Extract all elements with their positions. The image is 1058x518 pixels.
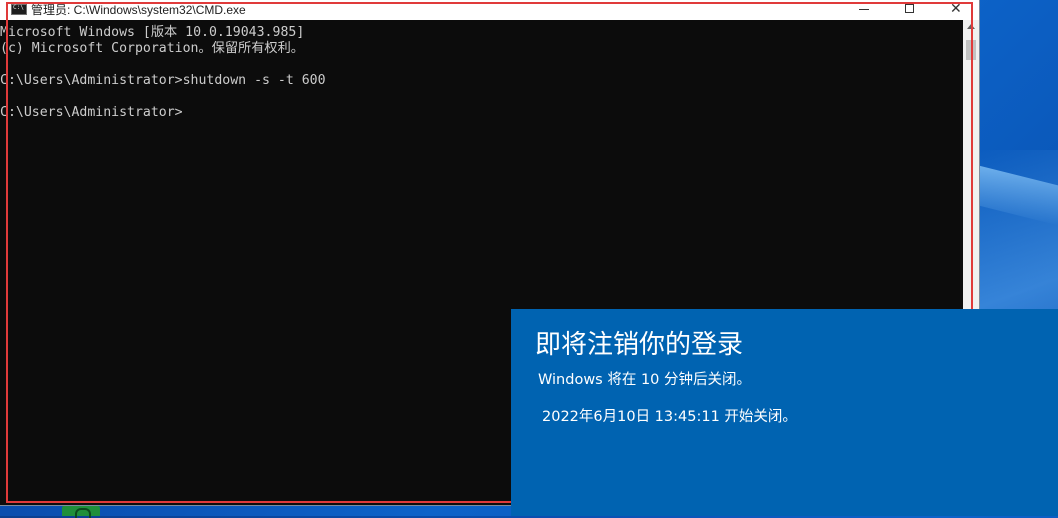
close-icon: ✕ xyxy=(950,1,962,17)
scroll-up-arrow-icon[interactable] xyxy=(967,24,975,29)
shutdown-notification[interactable]: 即将注销你的登录 Windows 将在 10 分钟后关闭。 2022年6月10日… xyxy=(511,309,1058,516)
cmd-icon xyxy=(11,3,27,15)
notification-title: 即将注销你的登录 xyxy=(535,330,744,360)
console-prompt[interactable]: C:\Users\Administrator> xyxy=(0,105,183,121)
notification-message: Windows 将在 10 分钟后关闭。 xyxy=(538,372,752,388)
console-line: (c) Microsoft Corporation。保留所有权利。 xyxy=(0,41,304,56)
scroll-thumb[interactable] xyxy=(966,40,976,60)
window-title: 管理员: C:\Windows\system32\CMD.exe xyxy=(31,3,246,17)
console-line: C:\Users\Administrator>shutdown -s -t 60… xyxy=(0,73,326,88)
notification-time: 2022年6月10日 13:45:11 开始关闭。 xyxy=(542,409,797,425)
maximize-button[interactable] xyxy=(887,0,933,20)
terminal-app-icon[interactable] xyxy=(62,506,100,518)
console-line: Microsoft Windows [版本 10.0.19043.985] xyxy=(0,25,305,40)
minimize-icon xyxy=(859,9,869,10)
title-bar[interactable]: 管理员: C:\Windows\system32\CMD.exe ✕ xyxy=(0,0,979,20)
close-button[interactable]: ✕ xyxy=(933,0,979,20)
maximize-icon xyxy=(905,4,914,13)
minimize-button[interactable] xyxy=(841,0,887,20)
